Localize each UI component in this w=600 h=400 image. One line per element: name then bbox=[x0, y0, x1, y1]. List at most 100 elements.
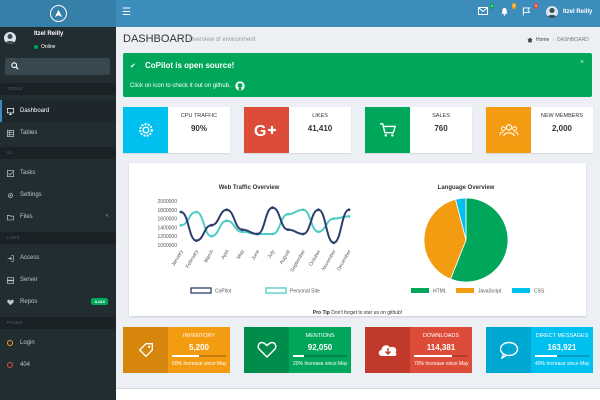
info-box-new-members: NEW MEMBERS 2,000 bbox=[486, 107, 593, 153]
legend-swatch-html bbox=[411, 288, 429, 293]
gear-icon bbox=[123, 107, 168, 153]
progress-fill bbox=[414, 355, 452, 357]
sidebar-item-repos[interactable]: Repos AJAX bbox=[0, 291, 116, 313]
info-box-cpu-traffic: CPU TRAFFIC 90% bbox=[123, 107, 230, 153]
logo-icon bbox=[49, 5, 67, 22]
navbar-user-name[interactable]: Itzel Reilly bbox=[563, 9, 592, 15]
close-icon[interactable]: × bbox=[580, 59, 584, 66]
gear-icon bbox=[7, 192, 14, 198]
sidebar-item-404[interactable]: 404 bbox=[0, 354, 116, 376]
x-tick-label: June bbox=[250, 249, 261, 262]
sidebar-item-tables[interactable]: Tables bbox=[0, 122, 116, 144]
x-tick-label: March bbox=[203, 249, 215, 264]
stat-box-value: 163,921 bbox=[547, 343, 577, 352]
stat-box-inventory: INVENTORY 5,200 50% Increase since May bbox=[123, 327, 230, 373]
pro-tip-label: Pro Tip bbox=[312, 310, 330, 316]
charts-panel: Web Traffic Overview 2000000 1800000 160000… bbox=[129, 163, 586, 316]
navbar-avatar[interactable] bbox=[546, 6, 558, 18]
messages-badge: 4 bbox=[489, 3, 494, 9]
sidebar-item-files[interactable]: Files ‹ bbox=[0, 206, 116, 228]
progress-fill bbox=[172, 355, 199, 357]
data-point-personal-site bbox=[332, 217, 336, 220]
data-point-copilot bbox=[317, 208, 320, 212]
menu-toggle-icon[interactable]: ☰ bbox=[122, 7, 131, 18]
data-point-personal-site bbox=[286, 212, 290, 216]
legend-swatch-copilot bbox=[190, 287, 212, 294]
data-point-copilot bbox=[194, 239, 198, 242]
bell-icon[interactable]: 5 bbox=[500, 3, 516, 17]
sidebar-item-settings[interactable]: Settings bbox=[0, 184, 116, 206]
user-status-label: Online bbox=[41, 44, 56, 50]
stat-box-value: 5,200 bbox=[188, 343, 210, 352]
data-point-copilot bbox=[271, 206, 275, 209]
info-box-label: SALES bbox=[432, 113, 450, 119]
logo[interactable] bbox=[0, 0, 116, 27]
info-box-likes: G LIKES 41,410 bbox=[244, 107, 351, 153]
data-point-copilot bbox=[225, 208, 229, 212]
sidebar-section-tools: TOOLS bbox=[0, 83, 116, 95]
data-point-personal-site bbox=[225, 219, 229, 223]
sidebar-item-label: Login bbox=[20, 340, 35, 346]
sidebar-item-server[interactable]: Server bbox=[0, 269, 116, 291]
breadcrumb-current: DASHBOARD bbox=[557, 37, 589, 43]
sidebar-item-label: Tables bbox=[20, 130, 38, 136]
data-point-copilot bbox=[347, 208, 351, 212]
info-box-label: CPU TRAFFIC bbox=[180, 113, 218, 119]
info-box-sales: SALES 760 bbox=[365, 107, 472, 153]
breadcrumb-separator: › bbox=[552, 37, 555, 43]
data-point-personal-site bbox=[271, 232, 275, 236]
y-tick-label: 2000000 bbox=[158, 199, 178, 205]
sidebar-item-tasks[interactable]: Tasks bbox=[0, 162, 116, 184]
user-name: Itzel Reilly bbox=[34, 31, 64, 37]
footer bbox=[116, 388, 600, 400]
sidebar-item-label: Access bbox=[20, 255, 40, 261]
x-tick-label: October bbox=[308, 249, 322, 268]
info-box-value: 90% bbox=[190, 124, 207, 133]
sidebar-item-login[interactable]: Login bbox=[0, 332, 116, 354]
sidebar-item-label: Repos bbox=[20, 299, 38, 305]
sidebar-item-access[interactable]: Access bbox=[0, 247, 116, 269]
svg-text:G: G bbox=[254, 123, 266, 138]
google-plus-icon: G bbox=[244, 107, 289, 153]
page-title: DASHBOARD bbox=[123, 33, 193, 45]
flag-icon[interactable]: 9 bbox=[522, 3, 538, 17]
ajax-badge: AJAX bbox=[91, 298, 108, 305]
stat-box-description: 20% Increase since May bbox=[293, 361, 348, 367]
envelope-icon[interactable]: 4 bbox=[478, 3, 494, 17]
stat-box-label: DOWNLOADS bbox=[422, 333, 460, 339]
legend-label: HTML bbox=[433, 289, 447, 295]
github-icon[interactable] bbox=[235, 81, 245, 91]
stat-box-value: 92,050 bbox=[307, 343, 333, 352]
data-point-copilot bbox=[255, 232, 259, 236]
stat-box-direct-messages: DIRECT MESSAGES 163,921 40% Increase sin… bbox=[486, 327, 593, 373]
legend-swatch-css bbox=[512, 288, 530, 293]
info-box-value: 760 bbox=[434, 124, 448, 133]
progress-bar bbox=[414, 355, 468, 357]
sidebar-item-dashboard[interactable]: Dashboard bbox=[0, 100, 116, 122]
stat-box-value: 114,381 bbox=[426, 343, 456, 352]
legend-swatch-javascript bbox=[456, 288, 474, 293]
sidebar-section-logs: LOGS bbox=[0, 232, 116, 244]
y-tick-label: 1800000 bbox=[158, 208, 178, 214]
user-status: Online bbox=[34, 44, 55, 50]
tasks-icon bbox=[7, 169, 14, 177]
data-point-personal-site bbox=[301, 208, 305, 212]
page-subtitle: Overview of environment bbox=[189, 37, 256, 43]
login-icon bbox=[7, 254, 14, 262]
chevron-left-icon: ‹ bbox=[106, 213, 108, 219]
x-tick-label: November bbox=[321, 249, 338, 272]
legend-label: CSS bbox=[534, 289, 545, 295]
sidebar-item-label: Tasks bbox=[20, 170, 36, 176]
data-point-personal-site bbox=[194, 210, 198, 214]
stat-box-description: 70% Increase since May bbox=[414, 361, 469, 367]
breadcrumb-home[interactable]: Home bbox=[536, 37, 549, 43]
search-input[interactable] bbox=[5, 58, 110, 75]
y-tick-label: 1000000 bbox=[158, 243, 178, 249]
web-traffic-chart: Web Traffic Overview 2000000 1800000 160000… bbox=[158, 185, 353, 295]
users-icon bbox=[486, 107, 531, 153]
search-icon[interactable] bbox=[11, 62, 19, 70]
heart-icon bbox=[7, 299, 14, 305]
y-tick-label: 1200000 bbox=[158, 234, 178, 240]
data-point-copilot bbox=[301, 232, 305, 236]
data-point-copilot bbox=[286, 228, 290, 231]
